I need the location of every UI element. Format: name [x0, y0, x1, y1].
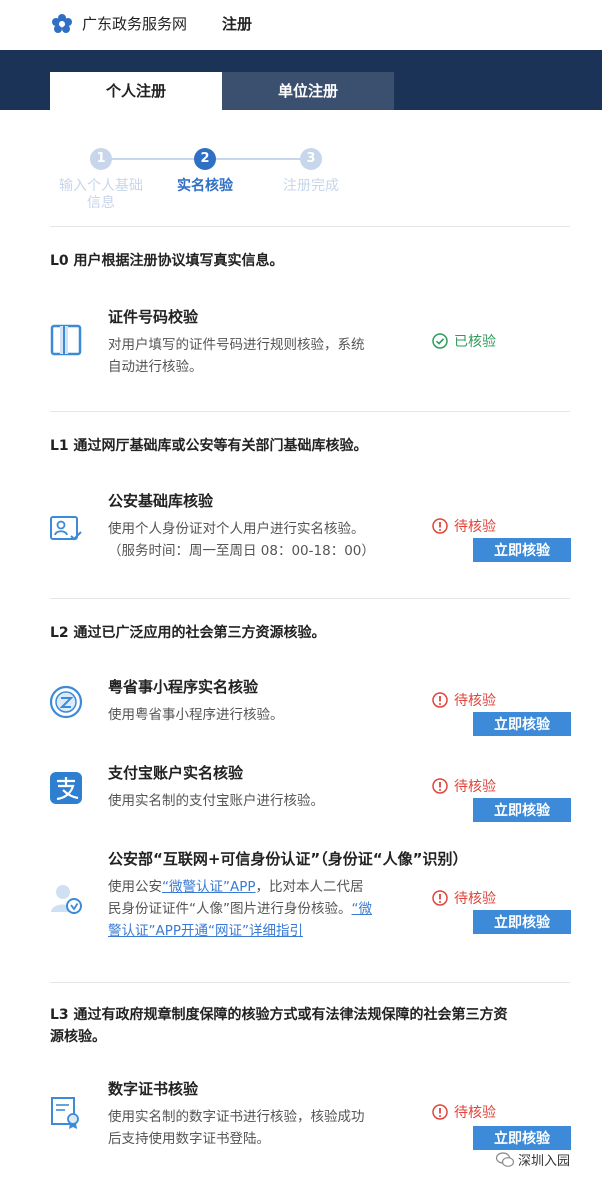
site-title[interactable]: 广东政务服务网 [82, 13, 187, 34]
step-connector [110, 158, 196, 160]
level-heading-l2: L2 通过已广泛应用的社会第三方资源核验。 [50, 625, 326, 641]
id-card-icon [50, 324, 82, 356]
alert-circle-icon [432, 692, 448, 708]
item-title: 公安基础库核验 [108, 492, 214, 510]
alipay-icon [50, 772, 82, 804]
status-pending: 待核验 [432, 888, 496, 908]
item-title: 公安部“互联网+可信身份认证”（身份证“人像”识别） [108, 850, 468, 868]
site-logo-icon[interactable] [50, 12, 74, 36]
item-description: 使用粤省事小程序进行核验。 [108, 707, 284, 723]
verify-now-button[interactable]: 立即核验 [473, 910, 571, 934]
level-heading-l0: L0 用户根据注册协议填写真实信息。 [50, 253, 284, 269]
digital-certificate-icon [51, 1097, 79, 1129]
alert-circle-icon [432, 1104, 448, 1120]
level-heading-l1: L1 通过网厅基础库或公安等有关部门基础库核验。 [50, 438, 368, 454]
police-verify-icon [51, 885, 82, 914]
step-1-label: 输入个人基础 信息 [59, 178, 143, 211]
item-description: 使用公安“微警认证”APP，比对本人二代居 民身份证证件“人像”图片进行身份核验… [108, 879, 373, 939]
weijing-guide-link[interactable]: “微 [352, 901, 373, 917]
verify-now-button[interactable]: 立即核验 [473, 712, 571, 736]
item-title: 粤省事小程序实名核验 [108, 678, 259, 696]
verify-now-button[interactable]: 立即核验 [473, 538, 571, 562]
status-pending: 待核验 [432, 690, 496, 710]
person-card-icon [50, 516, 82, 541]
weijing-app-link[interactable]: “微警认证”APP [162, 879, 256, 895]
level-heading-l3: L3 通过有政府规章制度保障的核验方式或有法律法规保障的社会第三方资 源核验。 [50, 1007, 508, 1045]
check-circle-icon [432, 333, 448, 349]
verify-now-button[interactable]: 立即核验 [473, 798, 571, 822]
item-title: 数字证书核验 [108, 1080, 199, 1098]
item-description: 对用户填写的证件号码进行规则核验，系统 自动进行核验。 [108, 337, 365, 375]
weijing-guide-link[interactable]: 警认证”APP开通“网证”详细指引 [108, 923, 303, 939]
step-2-circle: 2 [194, 148, 216, 170]
status-pending: 待核验 [432, 776, 496, 796]
item-description: 使用实名制的支付宝账户进行核验。 [108, 793, 324, 809]
item-title: 支付宝账户实名核验 [108, 764, 244, 782]
yueshengshi-icon [49, 685, 83, 719]
status-verified: 已核验 [432, 331, 496, 351]
step-1-circle: 1 [90, 148, 112, 170]
wechat-icon [496, 1151, 514, 1167]
alert-circle-icon [432, 518, 448, 534]
watermark: 深圳入园 [496, 1150, 570, 1169]
item-description: 使用个人身份证对个人用户进行实名核验。 （服务时间：周一至周日 08：00-18… [108, 521, 375, 559]
step-2-label: 实名核验 [177, 178, 233, 194]
verify-now-button[interactable]: 立即核验 [473, 1126, 571, 1150]
divider [50, 411, 570, 412]
status-pending: 待核验 [432, 1102, 496, 1122]
divider [50, 598, 570, 599]
tab-personal-register[interactable]: 个人注册 [50, 72, 222, 110]
tab-company-register[interactable]: 单位注册 [222, 72, 394, 110]
step-3-label: 注册完成 [283, 178, 339, 194]
alert-circle-icon [432, 890, 448, 906]
alert-circle-icon [432, 778, 448, 794]
status-pending: 待核验 [432, 516, 496, 536]
step-3-circle: 3 [300, 148, 322, 170]
item-title: 证件号码校验 [108, 308, 199, 326]
item-description: 使用实名制的数字证书进行核验，核验成功 后支持使用数字证书登陆。 [108, 1109, 365, 1147]
step-connector [216, 158, 302, 160]
divider [50, 982, 570, 983]
divider [50, 226, 570, 227]
page-title: 注册 [222, 15, 253, 33]
